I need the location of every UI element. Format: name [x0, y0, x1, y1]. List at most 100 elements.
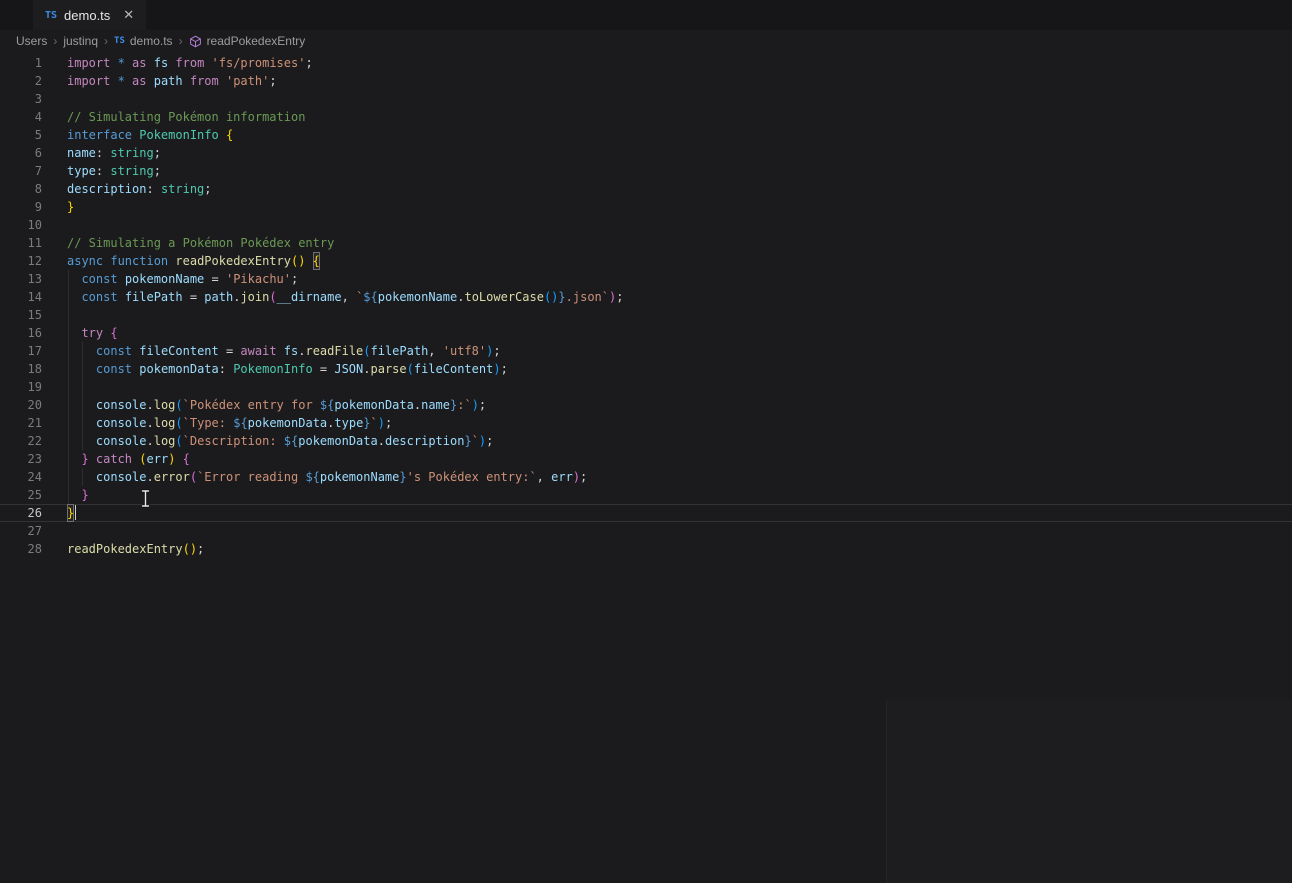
indent-guide [82, 360, 83, 378]
close-icon[interactable]: ✕ [123, 7, 134, 23]
code-line-18[interactable]: 18 const pokemonData: PokemonInfo = JSON… [0, 360, 1292, 378]
indent-guide [68, 396, 69, 414]
line-number[interactable]: 14 [0, 288, 42, 306]
ts-file-icon: TS [114, 36, 125, 46]
line-number[interactable]: 26 [0, 504, 42, 522]
indent-guide [68, 270, 69, 288]
indent-guide [68, 450, 69, 468]
code-line-5[interactable]: 5interface PokemonInfo { [0, 126, 1292, 144]
line-number[interactable]: 11 [0, 234, 42, 252]
breadcrumb-item-justinq[interactable]: justinq [63, 34, 98, 48]
code-line-14[interactable]: 14 const filePath = path.join(__dirname,… [0, 288, 1292, 306]
line-number[interactable]: 6 [0, 144, 42, 162]
text-caret [75, 505, 76, 520]
code-line-23[interactable]: 23 } catch (err) { [0, 450, 1292, 468]
indent-guide [68, 414, 69, 432]
code-line-17[interactable]: 17 const fileContent = await fs.readFile… [0, 342, 1292, 360]
indent-guide [82, 468, 83, 486]
line-number[interactable]: 9 [0, 198, 42, 216]
indent-guide [68, 360, 69, 378]
breadcrumb-item-users[interactable]: Users [16, 34, 47, 48]
code-line-3[interactable]: 3 [0, 90, 1292, 108]
line-number[interactable]: 22 [0, 432, 42, 450]
indent-guide [82, 414, 83, 432]
code-line-19[interactable]: 19 [0, 378, 1292, 396]
line-number[interactable]: 17 [0, 342, 42, 360]
code-line-4[interactable]: 4// Simulating Pokémon information [0, 108, 1292, 126]
window-edge-divider [886, 700, 887, 883]
indent-guide [68, 306, 69, 324]
line-number[interactable]: 25 [0, 486, 42, 504]
code-line-24[interactable]: 24 console.error(`Error reading ${pokemo… [0, 468, 1292, 486]
code-line-20[interactable]: 20 console.log(`Pokédex entry for ${poke… [0, 396, 1292, 414]
line-number[interactable]: 23 [0, 450, 42, 468]
code-line-16[interactable]: 16 try { [0, 324, 1292, 342]
indent-guide [82, 378, 83, 396]
indent-guide [68, 324, 69, 342]
code-line-1[interactable]: 1import * as fs from 'fs/promises'; [0, 54, 1292, 72]
line-number[interactable]: 18 [0, 360, 42, 378]
line-number[interactable]: 15 [0, 306, 42, 324]
breadcrumb-label: justinq [63, 34, 98, 48]
code-line-6[interactable]: 6name: string; [0, 144, 1292, 162]
code-line-10[interactable]: 10 [0, 216, 1292, 234]
line-number[interactable]: 24 [0, 468, 42, 486]
indent-guide [68, 288, 69, 306]
code-line-22[interactable]: 22 console.log(`Description: ${pokemonDa… [0, 432, 1292, 450]
line-number[interactable]: 12 [0, 252, 42, 270]
line-number[interactable]: 19 [0, 378, 42, 396]
line-number[interactable]: 8 [0, 180, 42, 198]
breadcrumb: Users › justinq › TS demo.ts › readPokedexEntry [0, 30, 1292, 52]
ts-file-icon: TS [45, 10, 57, 21]
line-number[interactable]: 27 [0, 522, 42, 540]
indent-guide [68, 486, 69, 504]
breadcrumb-label: Users [16, 34, 47, 48]
line-number[interactable]: 3 [0, 90, 42, 108]
line-number[interactable]: 2 [0, 72, 42, 90]
code-line-8[interactable]: 8description: string; [0, 180, 1292, 198]
line-number[interactable]: 28 [0, 540, 42, 558]
line-number[interactable]: 20 [0, 396, 42, 414]
tab-demo-ts[interactable]: TS demo.ts ✕ [33, 0, 146, 30]
code-line-25[interactable]: 25 } [0, 486, 1292, 504]
line-number[interactable]: 13 [0, 270, 42, 288]
matched-bracket: { [313, 252, 320, 270]
matched-bracket: } [67, 504, 74, 522]
indent-guide [68, 468, 69, 486]
code-line-26[interactable]: 26} [0, 504, 1292, 522]
breadcrumb-separator: › [104, 34, 108, 48]
breadcrumb-separator: › [53, 34, 57, 48]
code-line-28[interactable]: 28readPokedexEntry(); [0, 540, 1292, 558]
line-number[interactable]: 16 [0, 324, 42, 342]
code-line-12[interactable]: 12async function readPokedexEntry() { [0, 252, 1292, 270]
breadcrumb-item-readpokedexentry[interactable]: readPokedexEntry [189, 34, 306, 48]
breadcrumb-item-demo.ts[interactable]: TS demo.ts [114, 34, 173, 48]
indent-guide [82, 396, 83, 414]
tab-bar: TS demo.ts ✕ [0, 0, 1292, 30]
indent-guide [82, 432, 83, 450]
code-line-9[interactable]: 9} [0, 198, 1292, 216]
code-line-2[interactable]: 2import * as path from 'path'; [0, 72, 1292, 90]
indent-guide [68, 432, 69, 450]
line-number[interactable]: 7 [0, 162, 42, 180]
code-line-13[interactable]: 13 const pokemonName = 'Pikachu'; [0, 270, 1292, 288]
symbol-method-icon [189, 35, 202, 48]
line-number[interactable]: 1 [0, 54, 42, 72]
code-line-15[interactable]: 15 [0, 306, 1292, 324]
tab-label: demo.ts [64, 8, 110, 23]
breadcrumb-label: readPokedexEntry [207, 34, 306, 48]
line-number[interactable]: 10 [0, 216, 42, 234]
code-line-27[interactable]: 27 [0, 522, 1292, 540]
background-panel [887, 700, 1292, 883]
line-number[interactable]: 4 [0, 108, 42, 126]
vscode-window: TS demo.ts ✕ Users › justinq › TS demo.ts › rea… [0, 0, 1292, 883]
code-line-7[interactable]: 7type: string; [0, 162, 1292, 180]
breadcrumb-separator: › [179, 34, 183, 48]
code-line-21[interactable]: 21 console.log(`Type: ${pokemonData.type… [0, 414, 1292, 432]
breadcrumb-label: demo.ts [130, 34, 173, 48]
code-line-11[interactable]: 11// Simulating a Pokémon Pokédex entry [0, 234, 1292, 252]
line-number[interactable]: 21 [0, 414, 42, 432]
indent-guide [82, 342, 83, 360]
indent-guide [68, 378, 69, 396]
line-number[interactable]: 5 [0, 126, 42, 144]
